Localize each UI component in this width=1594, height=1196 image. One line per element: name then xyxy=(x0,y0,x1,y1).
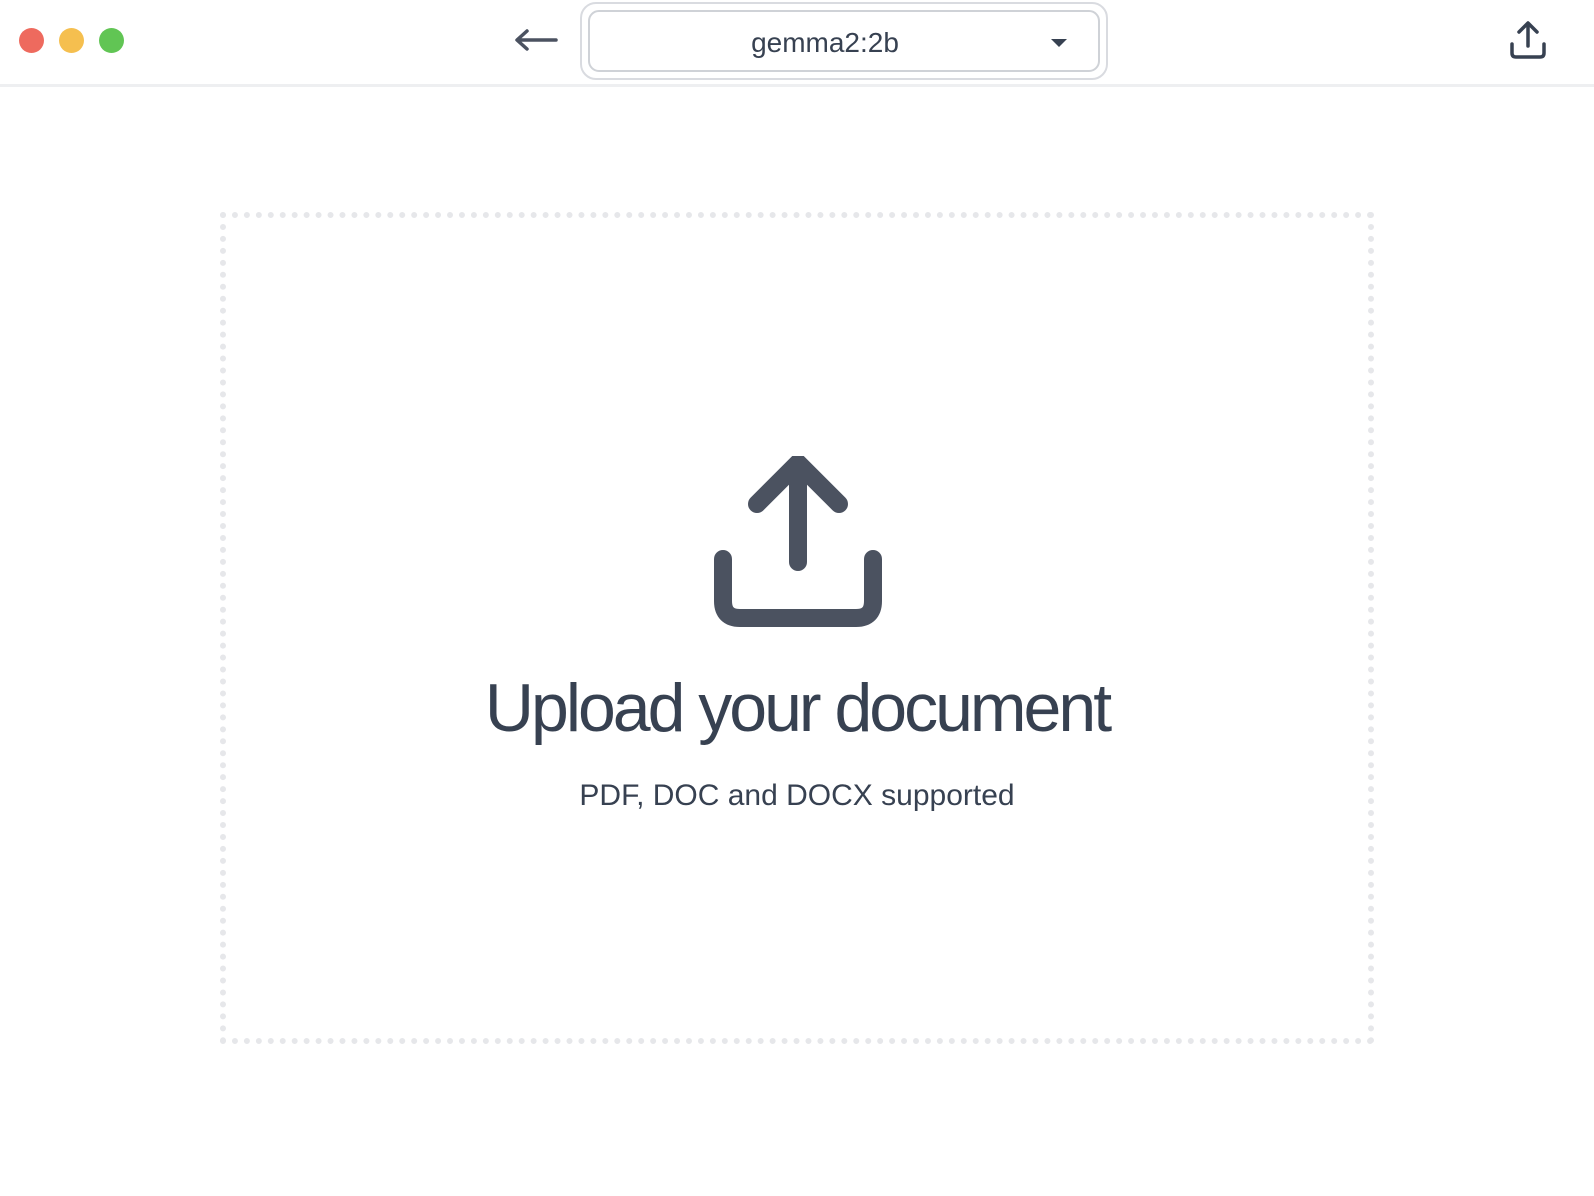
model-select[interactable]: gemma2:2b xyxy=(588,10,1100,72)
title-bar: gemma2:2b xyxy=(0,0,1594,87)
upload-subtitle: PDF, DOC and DOCX supported xyxy=(579,779,1015,812)
upload-title: Upload your document xyxy=(484,670,1112,746)
share-button[interactable] xyxy=(1504,18,1552,66)
back-button[interactable] xyxy=(510,22,562,62)
window-close-button[interactable] xyxy=(19,28,44,53)
caret-down-icon xyxy=(1050,36,1068,48)
arrow-left-icon xyxy=(514,28,558,57)
window-minimize-button[interactable] xyxy=(59,28,84,53)
upload-icon xyxy=(714,454,884,628)
model-select-value: gemma2:2b xyxy=(751,27,899,58)
app-window: gemma2:2b Upload your document PDF, DOC … xyxy=(0,0,1594,1196)
share-upload-icon xyxy=(1508,20,1548,65)
window-zoom-button[interactable] xyxy=(99,28,124,53)
